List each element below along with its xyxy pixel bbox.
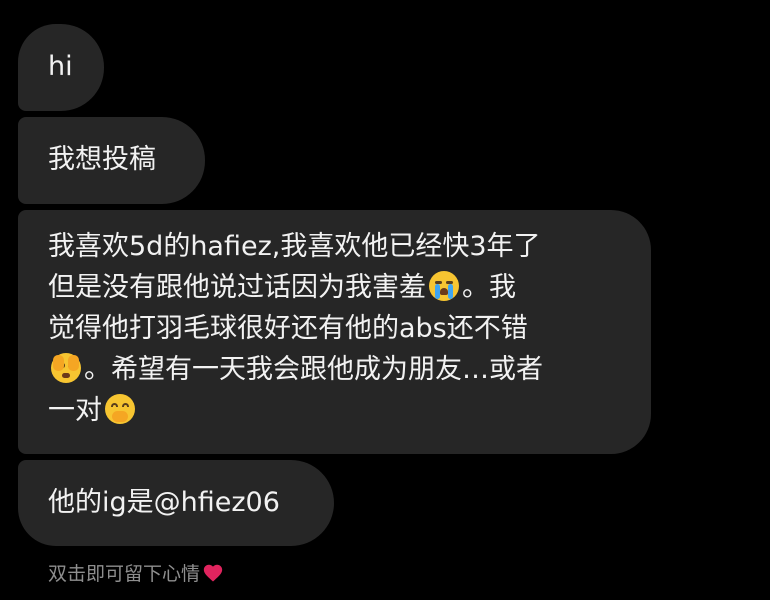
message-line: 但是没有跟他说过话因为我害羞 。我 (48, 271, 516, 303)
face-with-peeking-eye-icon (51, 353, 81, 383)
message-text: 他的ig是@hfiez06 (48, 487, 280, 518)
message-bubble-hi[interactable]: hi (18, 24, 104, 111)
loudly-crying-face-icon (429, 271, 459, 301)
message-line: 觉得他打羽毛球很好还有他的abs还不错 (48, 313, 528, 344)
hint-text: 双击即可留下心情 (48, 563, 201, 585)
message-line: 。希望有一天我会跟他成为朋友…或者 (48, 349, 631, 390)
red-heart-icon[interactable] (202, 562, 224, 584)
message-line: 一对 (48, 390, 631, 431)
double-tap-hint: 双击即可留下心情 (48, 561, 224, 587)
message-line: 我喜欢5d的hafiez,我喜欢他已经快3年了 (48, 231, 541, 262)
message-text: 我想投稿 (48, 144, 156, 175)
face-with-hand-over-mouth-icon (105, 394, 135, 424)
message-bubble-confession[interactable]: 我喜欢5d的hafiez,我喜欢他已经快3年了 但是没有跟他说过话因为我害羞 。我… (18, 210, 651, 454)
message-bubble-submission[interactable]: 我想投稿 (18, 117, 205, 204)
message-text: hi (48, 51, 73, 82)
message-bubble-instagram[interactable]: 他的ig是@hfiez06 (18, 460, 334, 546)
